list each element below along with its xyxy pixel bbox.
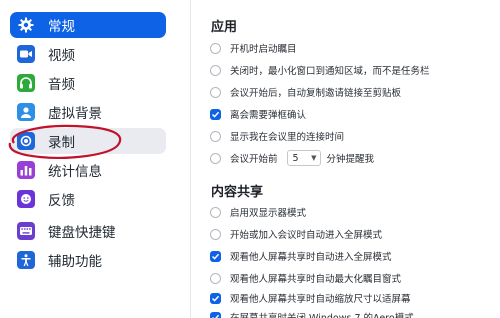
- checkbox[interactable]: [210, 130, 221, 142]
- sidebar-item-virtual-background[interactable]: 虚拟背景: [10, 99, 166, 125]
- option-label: 显示我在会议里的连接时间: [230, 132, 345, 143]
- option-label: 开始或加入会议时自动进入全屏模式: [230, 230, 383, 241]
- checkbox[interactable]: [210, 228, 221, 240]
- sidebar-item-label: 视频: [48, 48, 75, 64]
- sidebar-item-recording[interactable]: 录制: [10, 128, 166, 154]
- accessibility-icon: [16, 250, 36, 270]
- option-label: 会议开始前: [230, 154, 278, 165]
- option-label: 在屏幕共享时关闭 Windows 7 的Aero模式: [230, 310, 414, 318]
- option-dual-monitor[interactable]: 启用双显示器模式: [210, 204, 306, 220]
- checkbox[interactable]: [210, 206, 221, 218]
- option-copy-invite-link[interactable]: 会议开始后，自动复制邀请链接至剪贴板: [210, 84, 401, 100]
- sidebar-item-label: 统计信息: [48, 164, 102, 180]
- option-maximize-on-share[interactable]: 观看他人屏幕共享时自动最大化瞩目窗式: [210, 270, 401, 286]
- settings-content: 应用 开机时启动瞩目 关闭时，最小化窗口到通知区域，而不是任务栏 会议开始后，自…: [191, 0, 500, 318]
- chevron-down-icon: ▼: [311, 154, 317, 162]
- checkbox[interactable]: [210, 42, 221, 54]
- virtual-background-icon: [16, 102, 36, 122]
- sidebar-item-label: 键盘快捷键: [48, 225, 116, 241]
- checkbox[interactable]: [210, 86, 221, 98]
- gear-icon: [16, 15, 36, 35]
- video-camera-icon: [16, 44, 36, 64]
- checkbox-checked[interactable]: [210, 292, 221, 304]
- checkbox[interactable]: [210, 64, 221, 76]
- option-label: 观看他人屏幕共享时自动进入全屏模式: [230, 252, 392, 263]
- section-title-app: 应用: [211, 20, 238, 35]
- record-icon: [16, 131, 36, 151]
- option-fullscreen-on-join[interactable]: 开始或加入会议时自动进入全屏模式: [210, 226, 382, 242]
- select-value: 5: [292, 152, 299, 164]
- reminder-minutes-select[interactable]: 5 ▼: [286, 150, 321, 166]
- sidebar-item-feedback[interactable]: 反馈: [10, 186, 166, 212]
- sidebar-item-label: 反馈: [48, 193, 75, 209]
- checkbox-checked[interactable]: [210, 250, 221, 262]
- sidebar-item-general[interactable]: 常规: [10, 12, 166, 38]
- checkmark-icon: [211, 111, 220, 118]
- option-label: 关闭时，最小化窗口到通知区域，而不是任务栏: [230, 66, 430, 77]
- checkmark-icon: [211, 253, 220, 260]
- option-label: 观看他人屏幕共享时自动缩放尺寸以适屏幕: [230, 294, 411, 305]
- option-meeting-reminder[interactable]: 会议开始前 5 ▼ 分钟提醒我: [210, 150, 374, 166]
- option-label: 启用双显示器模式: [230, 208, 307, 219]
- option-minimize-to-tray[interactable]: 关闭时，最小化窗口到通知区域，而不是任务栏: [210, 62, 430, 78]
- checkbox[interactable]: [210, 272, 221, 284]
- sidebar-item-accessibility[interactable]: 辅助功能: [10, 247, 166, 273]
- checkbox[interactable]: [210, 152, 221, 164]
- checkmark-icon: [211, 295, 220, 302]
- sidebar-item-keyboard-shortcuts[interactable]: 键盘快捷键: [10, 218, 166, 244]
- option-scale-to-fit[interactable]: 观看他人屏幕共享时自动缩放尺寸以适屏幕: [210, 290, 411, 306]
- option-fullscreen-on-share[interactable]: 观看他人屏幕共享时自动进入全屏模式: [210, 248, 392, 264]
- sidebar-item-label: 虚拟背景: [48, 106, 102, 122]
- statistics-icon: [16, 160, 36, 180]
- settings-sidebar: 常规 视频 音频 虚拟背景 录制 统计信息 反馈 键盘快捷键 辅助功能: [0, 0, 191, 318]
- checkbox-checked[interactable]: [210, 108, 221, 120]
- option-label: 开机时启动瞩目: [230, 44, 297, 55]
- sidebar-item-label: 录制: [48, 135, 75, 151]
- sidebar-item-label: 音频: [48, 77, 75, 93]
- sidebar-item-video[interactable]: 视频: [10, 41, 166, 67]
- sidebar-item-audio[interactable]: 音频: [10, 70, 166, 96]
- option-label: 会议开始后，自动复制邀请链接至剪贴板: [230, 88, 402, 99]
- keyboard-icon: [16, 221, 36, 241]
- section-title-content-sharing: 内容共享: [211, 185, 264, 200]
- feedback-smile-icon: [16, 189, 36, 209]
- option-label: 观看他人屏幕共享时自动最大化瞩目窗式: [230, 274, 402, 285]
- sidebar-item-label: 辅助功能: [48, 254, 102, 270]
- settings-window: 常规 视频 音频 虚拟背景 录制 统计信息 反馈 键盘快捷键 辅助功能 应用 开…: [0, 0, 500, 318]
- headphones-icon: [16, 73, 36, 93]
- sidebar-item-statistics[interactable]: 统计信息: [10, 157, 166, 183]
- option-confirm-leave[interactable]: 离会需要弹框确认: [210, 106, 306, 122]
- option-show-connected-time[interactable]: 显示我在会议里的连接时间: [210, 128, 344, 144]
- option-suffix: 分钟提醒我: [326, 154, 375, 165]
- checkbox-checked[interactable]: [210, 311, 221, 318]
- sidebar-item-label: 常规: [48, 19, 75, 35]
- checkmark-icon: [211, 314, 220, 318]
- option-disable-aero[interactable]: 在屏幕共享时关闭 Windows 7 的Aero模式: [210, 309, 414, 318]
- option-label: 离会需要弹框确认: [230, 110, 307, 121]
- option-launch-on-startup[interactable]: 开机时启动瞩目: [210, 40, 297, 56]
